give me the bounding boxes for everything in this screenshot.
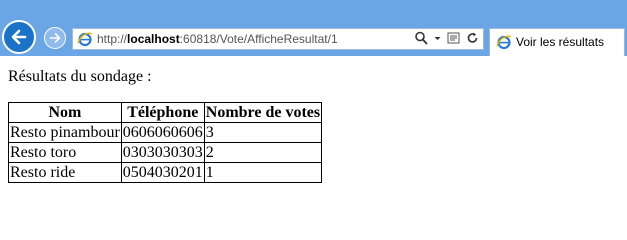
back-button[interactable] <box>2 20 36 54</box>
forward-button[interactable] <box>44 27 66 49</box>
address-bar-icons <box>414 31 479 45</box>
cell-votes: 1 <box>203 162 323 183</box>
table-row: Resto toro 0303030303 2 <box>8 142 323 163</box>
search-icon[interactable] <box>414 31 428 45</box>
cell-telephone: 0303030303 <box>120 142 205 163</box>
forward-arrow-icon <box>49 33 61 43</box>
url-prefix: http:// <box>97 32 128 46</box>
back-arrow-icon <box>11 29 27 45</box>
cell-nom: Resto ride <box>8 162 122 183</box>
url-text: http://localhost:60818/Vote/AfficheResul… <box>97 32 338 46</box>
results-table: Nom Téléphone Nombre de votes Resto pina… <box>8 102 323 183</box>
page-content: Résultats du sondage : Nom Téléphone Nom… <box>8 68 323 183</box>
refresh-icon[interactable] <box>466 31 479 45</box>
cell-telephone: 0504030201 <box>120 162 205 183</box>
browser-toolbar: http://localhost:60818/Vote/AfficheResul… <box>0 0 627 56</box>
table-header-row: Nom Téléphone Nombre de votes <box>8 102 323 123</box>
cell-nom: Resto pinambour <box>8 122 122 143</box>
cell-nom: Resto toro <box>8 142 122 163</box>
dropdown-chevron-icon[interactable] <box>434 31 441 45</box>
cell-telephone: 0606060606 <box>120 122 205 143</box>
tab-title: Voir les résultats <box>516 35 605 49</box>
page-heading: Résultats du sondage : <box>8 68 152 85</box>
url-path: :60818/Vote/AfficheResultat/1 <box>179 32 338 46</box>
table-row: Resto ride 0504030201 1 <box>8 162 323 183</box>
tab-voir-les-resultats[interactable]: Voir les résultats <box>489 28 625 56</box>
cell-votes: 3 <box>203 122 323 143</box>
address-bar[interactable]: http://localhost:60818/Vote/AfficheResul… <box>72 28 484 50</box>
column-header-nom: Nom <box>8 102 122 123</box>
compatibility-icon[interactable] <box>447 31 460 45</box>
ie-icon <box>77 32 93 47</box>
column-header-votes: Nombre de votes <box>203 102 323 123</box>
table-row: Resto pinambour 0606060606 3 <box>8 122 323 143</box>
column-header-telephone: Téléphone <box>120 102 205 123</box>
cell-votes: 2 <box>203 142 323 163</box>
ie-tab-icon <box>496 35 512 50</box>
url-host: localhost <box>127 32 180 46</box>
